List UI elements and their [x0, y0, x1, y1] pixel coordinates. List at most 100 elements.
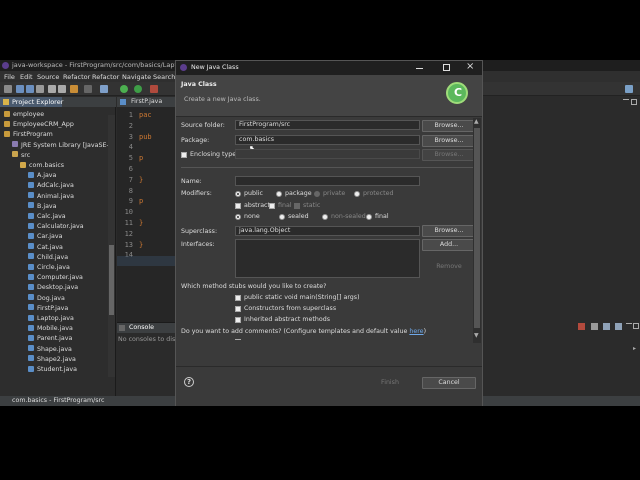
stub-inherited-checkbox[interactable]: [235, 317, 241, 323]
scroll-down-icon[interactable]: ▼: [474, 332, 479, 339]
tree-item-java-file[interactable]: FirstP.java: [28, 304, 68, 314]
tab-firstp-java[interactable]: FirstP.java: [117, 97, 177, 107]
maximize-icon[interactable]: [631, 99, 637, 105]
save-icon[interactable]: [16, 85, 24, 93]
java-icon: [28, 263, 34, 270]
tree-item-project[interactable]: EmployeeCRM_App: [4, 120, 74, 130]
tree-item-java-file[interactable]: Mobile.java: [28, 324, 73, 334]
tree-item-java-file[interactable]: Student.java: [28, 365, 77, 375]
tree-item-java-file[interactable]: Dog.java: [28, 294, 65, 304]
superclass-browse-button[interactable]: Browse...: [422, 225, 476, 237]
method-stubs-question: Which method stubs would you like to cre…: [181, 283, 327, 290]
terminal-icon[interactable]: [84, 85, 92, 93]
interfaces-add-button[interactable]: Add...: [422, 239, 476, 251]
save-all-icon[interactable]: [26, 85, 34, 93]
tree-item-folder[interactable]: src: [12, 151, 30, 161]
right-scrollbar-arrow[interactable]: ▸: [633, 345, 639, 352]
modifier-public-radio[interactable]: [235, 191, 241, 197]
dialog-minimize-icon[interactable]: [416, 68, 423, 69]
cancel-button[interactable]: Cancel: [422, 377, 476, 389]
package-browse-button[interactable]: Browse...: [422, 135, 476, 147]
tree-item-java-file[interactable]: Computer.java: [28, 273, 83, 283]
modifier-sealed-radio[interactable]: [279, 214, 285, 220]
comments-checkbox-partial[interactable]: [235, 339, 241, 340]
new-icon[interactable]: [4, 85, 12, 93]
perspective-icon[interactable]: [625, 85, 633, 93]
undo-icon[interactable]: [48, 85, 56, 93]
tree-item-java-file[interactable]: AdCalc.java: [28, 181, 74, 191]
tree-item-java-file[interactable]: Animal.java: [28, 192, 74, 202]
name-input[interactable]: [235, 176, 420, 186]
tree-item-java-file[interactable]: Car.java: [28, 232, 62, 242]
modifier-final-radio[interactable]: [366, 214, 372, 220]
modifier-none-radio[interactable]: [235, 214, 241, 220]
scroll-up-icon[interactable]: ▲: [474, 118, 479, 125]
debug-icon[interactable]: [100, 85, 108, 93]
coverage-icon[interactable]: [134, 85, 142, 93]
menu-refactor-2[interactable]: Refactor: [92, 73, 119, 81]
enclosing-type-input: [235, 149, 420, 159]
build-icon[interactable]: [70, 85, 78, 93]
console-maximize-icon[interactable]: [633, 323, 639, 329]
tree-item-project[interactable]: FirstProgram: [4, 130, 53, 140]
superclass-input[interactable]: java.lang.Object: [235, 226, 420, 236]
console-clear-icon[interactable]: [591, 323, 598, 330]
dialog-maximize-icon[interactable]: [443, 64, 450, 71]
run-icon[interactable]: [120, 85, 128, 93]
source-folder-input[interactable]: FirstProgram/src: [235, 120, 420, 130]
tree-item-java-file[interactable]: Circle.java: [28, 263, 70, 273]
explorer-scrollbar[interactable]: [108, 115, 115, 377]
tree-item-label: com.basics: [29, 162, 65, 169]
tree-item-java-file[interactable]: Shape.java: [28, 345, 72, 355]
tree-item-java-file[interactable]: Calculator.java: [28, 222, 84, 232]
console-toolbar-icon[interactable]: [578, 323, 585, 330]
package-input[interactable]: com.basics: [235, 135, 420, 145]
modifier-abstract-checkbox[interactable]: [235, 203, 241, 209]
tree-item-java-file[interactable]: A.java: [28, 171, 56, 181]
minimize-icon[interactable]: [623, 99, 629, 105]
menu-refactor[interactable]: Refactor: [63, 73, 90, 81]
menu-navigate[interactable]: Navigate: [122, 73, 151, 81]
modifier-non-sealed-radio[interactable]: [322, 214, 328, 220]
menu-search[interactable]: Search: [153, 73, 175, 81]
console-pin-icon[interactable]: [603, 323, 610, 330]
source-folder-browse-button[interactable]: Browse...: [422, 120, 476, 132]
console-display-icon[interactable]: [615, 323, 622, 330]
tab-project-explorer[interactable]: Project Explorer: [0, 97, 63, 107]
menu-edit[interactable]: Edit: [20, 73, 33, 81]
tree-item-library[interactable]: JRE System Library [JavaSE-1: [12, 141, 113, 151]
menu-file[interactable]: File: [4, 73, 15, 81]
menu-source[interactable]: Source: [37, 73, 59, 81]
console-minimize-icon[interactable]: [626, 323, 632, 329]
print-icon[interactable]: [36, 85, 44, 93]
tree-item-java-file[interactable]: Shape2.java: [28, 355, 76, 365]
modifier-package-radio[interactable]: [276, 191, 282, 197]
tree-item-package[interactable]: com.basics: [20, 161, 64, 171]
tree-item-project[interactable]: employee: [4, 110, 44, 120]
external-tools-icon[interactable]: [150, 85, 158, 93]
interfaces-list[interactable]: [235, 239, 420, 278]
tree-item-java-file[interactable]: Cat.java: [28, 243, 63, 253]
comments-here-link[interactable]: here: [409, 328, 423, 335]
tree-item-java-file[interactable]: B.java: [28, 202, 57, 212]
tree-item-java-file[interactable]: Laptop.java: [28, 314, 74, 324]
dialog-scrollbar[interactable]: ▲ ▼: [473, 118, 481, 343]
package-icon: [20, 161, 26, 168]
redo-icon[interactable]: [58, 85, 66, 93]
tree-item-java-file[interactable]: Parent.java: [28, 334, 72, 344]
tab-console[interactable]: Console: [129, 324, 154, 331]
stub-constructors-checkbox[interactable]: [235, 306, 241, 312]
help-icon[interactable]: ?: [184, 377, 194, 387]
dialog-close-icon[interactable]: ×: [466, 61, 474, 72]
dialog-scroll-thumb[interactable]: [474, 128, 480, 328]
explorer-scroll-thumb[interactable]: [109, 245, 114, 315]
modifier-protected-radio[interactable]: [354, 191, 360, 197]
tree-item-java-file[interactable]: Calc.java: [28, 212, 66, 222]
stub-main-checkbox[interactable]: [235, 295, 241, 301]
tree-item-java-file[interactable]: Child.java: [28, 253, 68, 263]
modifier-final-checkbox[interactable]: [269, 203, 275, 209]
tree-item-java-file[interactable]: Desktop.java: [28, 283, 78, 293]
enclosing-type-checkbox[interactable]: [181, 152, 187, 158]
interfaces-label: Interfaces:: [181, 241, 215, 248]
project-explorer-icon: [3, 99, 9, 105]
